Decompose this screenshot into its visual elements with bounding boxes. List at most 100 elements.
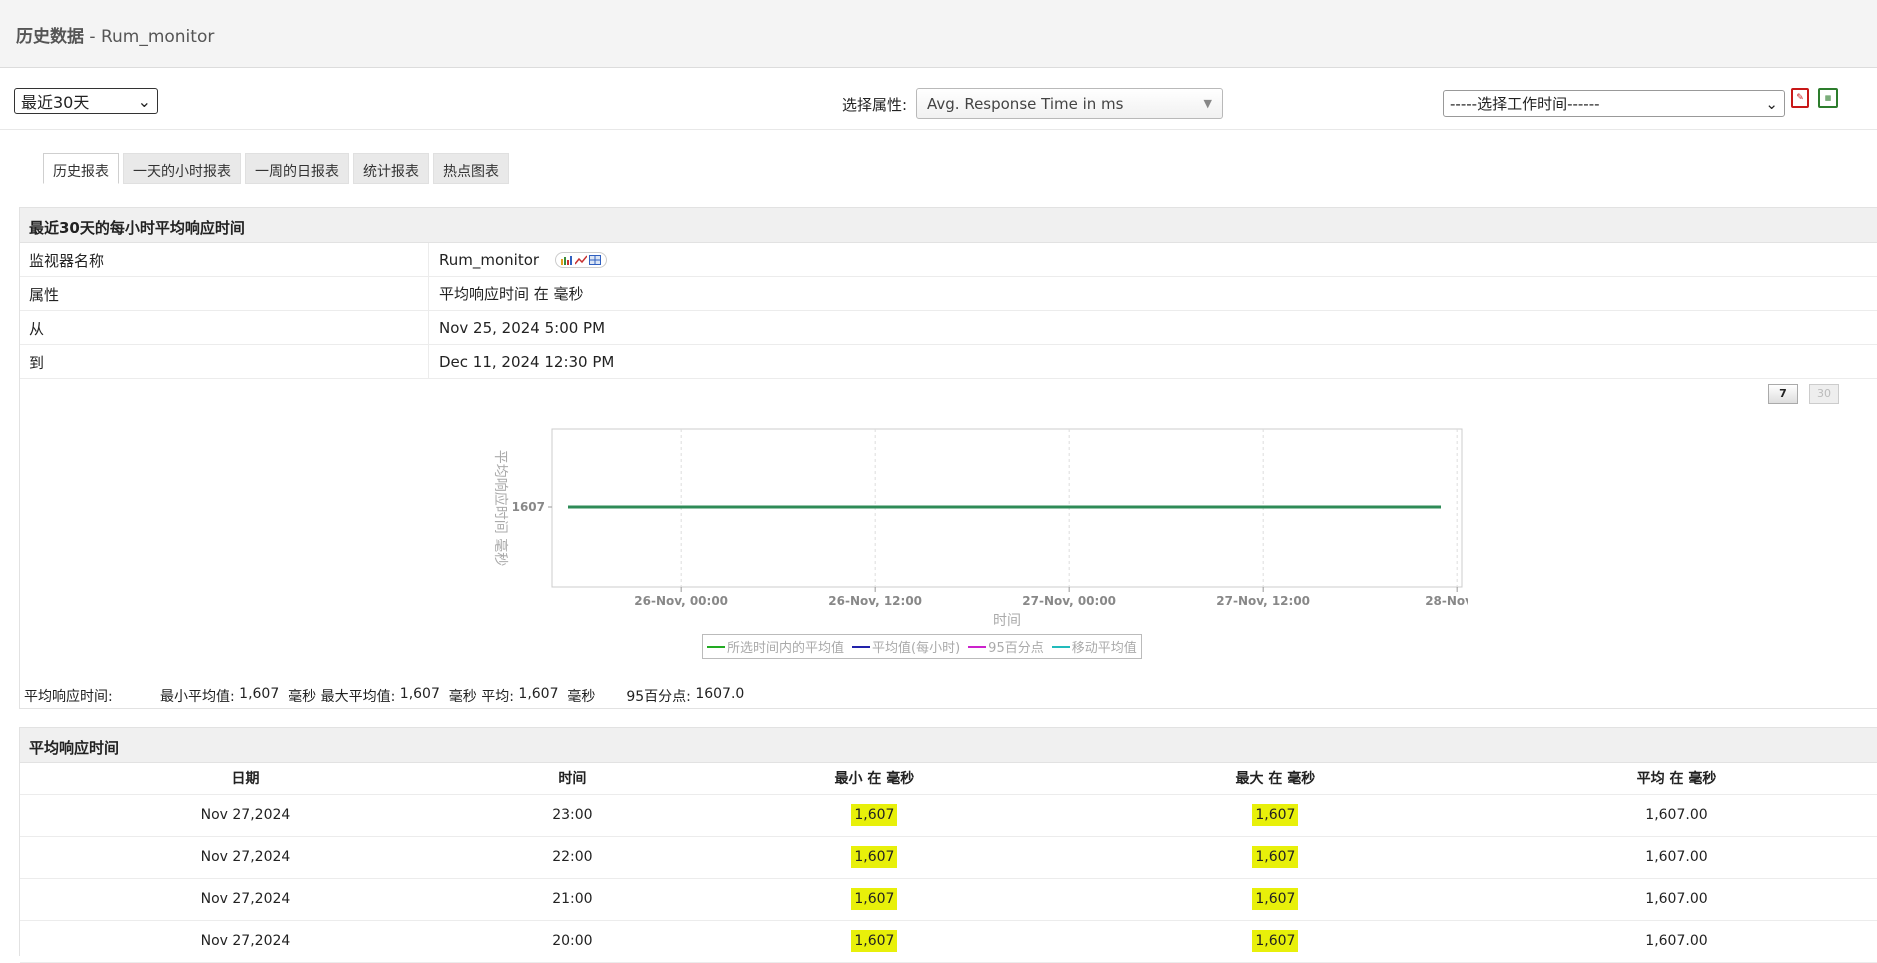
tab-statistics-report[interactable]: 统计报表 [353, 153, 429, 184]
stats-p95-label: 95百分点: [626, 689, 691, 705]
x-tick-label: 27-Nov, 00:00 [1022, 594, 1116, 608]
legend-swatch [852, 645, 871, 648]
stats-label: 平均响应时间: [24, 689, 113, 705]
stats-min-unit: 毫秒 [288, 689, 317, 705]
table-header-row: 日期 时间 最小 在 毫秒 最大 在 毫秒 平均 在 毫秒 [20, 763, 1877, 795]
min-value-highlight: 1,607 [851, 846, 898, 868]
table-row: Nov 27,2024 21:00 1,607 1,607 1,607.00 [20, 878, 1877, 921]
info-row-monitor: 监视器名称 Rum_monitor [20, 243, 1877, 277]
info-value: Rum_monitor [439, 250, 540, 269]
stats-min-label: 最小平均值: [160, 689, 235, 705]
legend-label: 95百分点 [988, 641, 1044, 656]
cell-time: 21:00 [470, 878, 674, 921]
cell-time: 23:00 [470, 794, 674, 837]
max-value-highlight: 1,607 [1252, 846, 1299, 868]
csv-icon[interactable]: ▦ [1818, 88, 1838, 108]
stats-avg-unit: 毫秒 [567, 689, 596, 705]
max-value-highlight: 1,607 [1252, 930, 1299, 952]
info-key: 属性 [20, 277, 429, 310]
min-value-highlight: 1,607 [851, 930, 898, 952]
attribute-label: 选择属性: [842, 96, 908, 114]
stats-min-value: 1,607 [239, 686, 280, 702]
max-value-highlight: 1,607 [1252, 804, 1299, 826]
info-row-to: 到 Dec 11, 2024 12:30 PM [20, 345, 1877, 379]
y-axis-label: 平均响应时间 毫秒 [492, 450, 509, 566]
column-header-max: 最大 在 毫秒 [1074, 763, 1476, 795]
info-value: Dec 11, 2024 12:30 PM [439, 352, 615, 371]
table-heading: 平均响应时间 [20, 728, 1877, 763]
zoom-30-days-button[interactable]: 30 [1809, 384, 1839, 404]
legend-item[interactable]: 所选时间内的平均值 [707, 637, 844, 656]
cell-time: 22:00 [470, 836, 674, 879]
cell-date: Nov 27,2024 [20, 878, 471, 921]
chevron-down-icon: ▼ [1203, 97, 1212, 110]
chart-legend: 所选时间内的平均值 平均值(每小时) 95百分点 移动平均值 [702, 634, 1142, 659]
business-hours-value: -----选择工作时间------ [1450, 95, 1600, 113]
page-title-bar: 历史数据 - Rum_monitor [0, 0, 1877, 68]
summary-panel: 最近30天的每小时平均响应时间 监视器名称 Rum_monitor 属性 平均响… [19, 207, 1877, 709]
tab-weekly-report[interactable]: 一周的日报表 [245, 153, 349, 184]
legend-label: 所选时间内的平均值 [727, 641, 845, 656]
table-row: Nov 27,2024 22:00 1,607 1,607 1,607.00 [20, 836, 1877, 879]
info-key: 到 [20, 345, 429, 378]
attribute-select[interactable]: Avg. Response Time in ms ▼ [916, 88, 1223, 119]
legend-item[interactable]: 95百分点 [968, 637, 1044, 656]
stats-row: 平均响应时间: 最小平均值: 1,607 毫秒 最大平均值: 1,607 毫秒 … [24, 686, 744, 706]
cell-max: 1,607 [1074, 794, 1476, 837]
x-tick-label: 26-Nov, 12:00 [828, 594, 922, 608]
cell-max: 1,607 [1074, 878, 1476, 921]
cell-date: Nov 27,2024 [20, 836, 471, 879]
cell-avg: 1,607.00 [1475, 794, 1877, 837]
data-table: 日期 时间 最小 在 毫秒 最大 在 毫秒 平均 在 毫秒 Nov 27,202… [20, 763, 1877, 963]
stats-avg-label: 平均: [481, 689, 514, 705]
info-value: 平均响应时间 在 毫秒 [439, 285, 584, 303]
legend-swatch [968, 645, 987, 648]
stats-max-label: 最大平均值: [320, 689, 396, 705]
info-value-cell: Rum_monitor [429, 243, 617, 276]
legend-swatch [1051, 645, 1070, 648]
page-title: 历史数据 [16, 27, 84, 47]
chevron-down-icon: ⌄ [1765, 94, 1778, 113]
chevron-down-icon: ⌄ [137, 91, 151, 111]
info-value: Nov 25, 2024 5:00 PM [439, 318, 606, 337]
table-row: Nov 27,2024 23:00 1,607 1,607 1,607.00 [20, 794, 1877, 837]
legend-item[interactable]: 移动平均值 [1051, 637, 1137, 656]
business-hours-select[interactable]: -----选择工作时间------ ⌄ [1443, 90, 1785, 117]
tab-heatmap-report[interactable]: 热点图表 [433, 153, 509, 184]
y-tick-label: 1607 [512, 500, 545, 514]
toolbar: 最近30天 ⌄ 选择属性: Avg. Response Time in ms ▼… [0, 68, 1877, 130]
x-tick-label: 28-Nov, 0 [1425, 594, 1468, 608]
x-tick-label: 27-Nov, 12:00 [1216, 594, 1310, 608]
attribute-select-value: Avg. Response Time in ms [927, 94, 1124, 113]
tab-hourly-report[interactable]: 一天的小时报表 [123, 153, 241, 184]
column-header-time: 时间 [470, 763, 674, 795]
info-row-from: 从 Nov 25, 2024 5:00 PM [20, 311, 1877, 345]
legend-item[interactable]: 平均值(每小时) [852, 637, 960, 656]
stats-avg-value: 1,607 [518, 686, 559, 702]
legend-swatch [707, 645, 725, 648]
monitor-title: - Rum_monitor [84, 27, 215, 47]
line-chart-icon[interactable] [575, 255, 588, 265]
stats-max-value: 1,607 [399, 686, 440, 702]
period-select-value: 最近30天 [21, 93, 90, 112]
min-value-highlight: 1,607 [851, 804, 898, 826]
bar-chart-icon[interactable] [561, 255, 573, 265]
cell-avg: 1,607.00 [1475, 836, 1877, 879]
min-value-highlight: 1,607 [851, 888, 898, 910]
pdf-icon[interactable]: ✎ [1791, 88, 1809, 108]
legend-label: 平均值(每小时) [872, 641, 961, 656]
response-time-chart: 26-Nov, 00:00 26-Nov, 12:00 27-Nov, 00:00 2… [492, 428, 1468, 629]
period-select[interactable]: 最近30天 ⌄ [14, 88, 158, 114]
table-view-icon[interactable] [589, 254, 602, 265]
tab-history-report[interactable]: 历史报表 [43, 153, 119, 184]
report-tabs: 历史报表 一天的小时报表 一周的日报表 统计报表 热点图表 [43, 153, 509, 184]
zoom-7-days-button[interactable]: 7 [1768, 384, 1798, 404]
cell-date: Nov 27,2024 [20, 794, 471, 837]
x-tick-label: 26-Nov, 00:00 [634, 594, 728, 608]
cell-avg: 1,607.00 [1475, 878, 1877, 921]
cell-max: 1,607 [1074, 836, 1476, 879]
cell-min: 1,607 [673, 794, 1075, 837]
chart-type-switcher[interactable] [555, 251, 608, 268]
summary-heading: 最近30天的每小时平均响应时间 [20, 208, 1877, 243]
cell-min: 1,607 [673, 878, 1075, 921]
